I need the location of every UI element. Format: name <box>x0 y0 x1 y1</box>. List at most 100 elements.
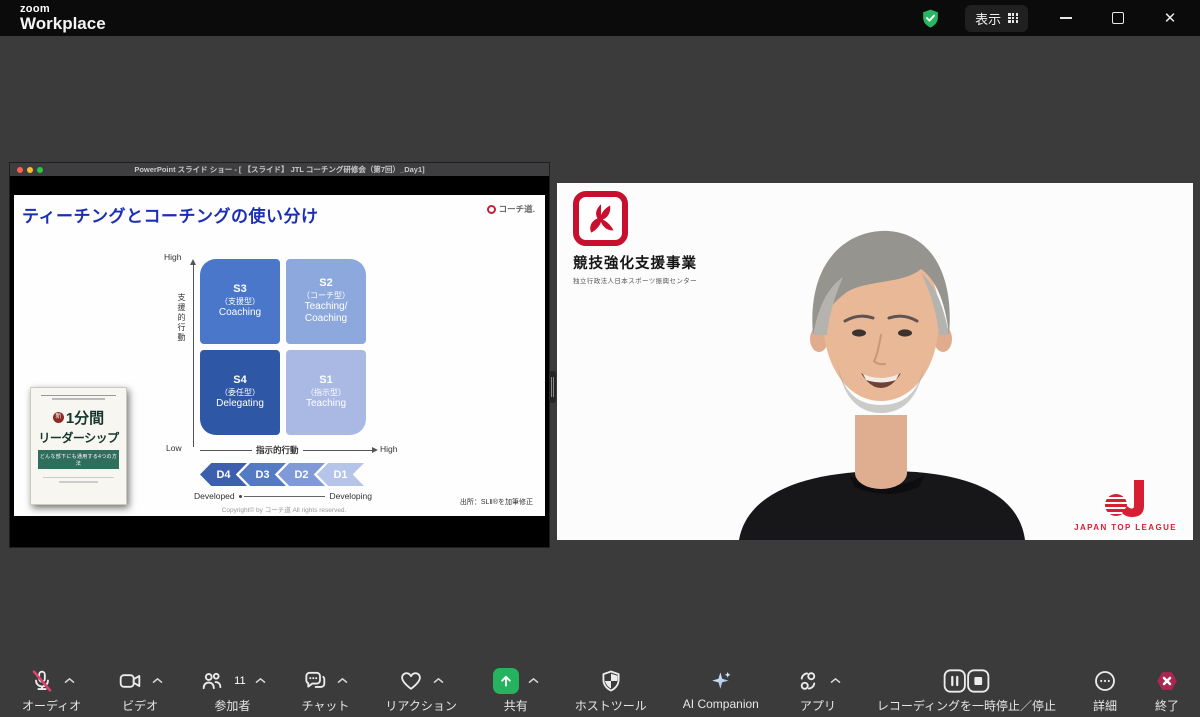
ellipsis-icon <box>1092 668 1118 694</box>
japan-top-league-logo: JAPAN TOP LEAGUE <box>1074 478 1177 532</box>
minimize-button[interactable] <box>1052 6 1080 30</box>
toolbar-reactions-button[interactable]: リアクション <box>385 666 457 714</box>
chevron-up-icon[interactable] <box>830 677 841 684</box>
x-axis-arrow-icon <box>372 447 378 453</box>
chevron-up-icon[interactable] <box>255 677 266 684</box>
toolbar-reactions-label: リアクション <box>385 699 457 713</box>
book-top-text <box>41 395 116 404</box>
slide-source-note: 出所：SLⅡ®を加筆修正 <box>459 499 533 506</box>
y-axis-high: High <box>164 252 182 262</box>
title-bar: zoom Workplace 表示 ✕ <box>0 0 1200 36</box>
mac-minimize-icon <box>27 166 33 173</box>
tile-resize-handle[interactable] <box>549 371 556 403</box>
mac-zoom-icon <box>37 166 43 173</box>
toolbar-participants-button[interactable]: 11 参加者 <box>199 666 265 714</box>
matrix-grid: S3 （支援型） Coaching S2 （コーチ型） Teaching/Coaching… <box>200 259 366 435</box>
meeting-toolbar: オーディオ ビデオ 11 参加者 チャット リアクション 共有 ホストツール AI Compan… <box>0 660 1200 717</box>
shared-screen-tile[interactable]: PowerPoint スライド ショー - [ 【スライド】 JTL コーチング… <box>9 162 550 548</box>
quadrant-s4: S4 （委任型） Delegating <box>200 350 280 435</box>
pause-stop-icon <box>943 668 990 694</box>
coach-do-logo-text: コーチ道. <box>498 204 535 214</box>
book-title-2: リーダーシップ <box>38 431 119 445</box>
chevron-up-icon[interactable] <box>433 677 444 684</box>
share-icon <box>492 667 519 694</box>
chevron-up-icon[interactable] <box>152 677 163 684</box>
toolbar-participants-label: 参加者 <box>214 699 251 713</box>
scale-line <box>243 495 326 497</box>
apps-icon <box>795 668 821 694</box>
toolbar-share-button[interactable]: 共有 <box>492 666 539 714</box>
toolbar-host-tools-label: ホストツール <box>574 699 647 713</box>
toolbar-video-label: ビデオ <box>122 699 159 713</box>
quadrant-s2: S2 （コーチ型） Teaching/Coaching <box>286 259 366 344</box>
end-x-icon <box>1154 668 1180 694</box>
participant-video-tile[interactable]: 競技強化支援事業 独立行政法人日本スポーツ振興センター JAPAN TOP LE… <box>557 183 1193 540</box>
developed-label: Developed <box>194 491 235 501</box>
toolbar-more-label: 詳細 <box>1092 699 1117 713</box>
chat-icon <box>302 668 328 694</box>
shield-icon <box>598 668 624 694</box>
slide-copyright: Copyright© by コーチ道 All rights reserved. <box>221 507 347 514</box>
heart-icon <box>398 668 424 694</box>
camera-icon <box>117 668 143 694</box>
close-button[interactable]: ✕ <box>1156 6 1184 30</box>
toolbar-chat-label: チャット <box>301 699 350 713</box>
slide-title: ティーチングとコーチングの使い分け <box>22 207 319 226</box>
x-axis-label: 指示的行動 <box>252 444 303 456</box>
y-axis-label: 支援的行動 <box>177 293 186 343</box>
book-author-text <box>43 477 114 488</box>
developing-label: Developing <box>329 491 372 501</box>
toolbar-apps-button[interactable]: アプリ <box>795 666 841 714</box>
toolbar-audio-button[interactable]: オーディオ <box>22 666 81 714</box>
y-axis-low: Low <box>166 443 182 453</box>
zoom-workplace-logo: zoom Workplace <box>20 3 106 33</box>
view-button[interactable]: 表示 <box>965 4 1028 32</box>
maximize-button[interactable] <box>1104 6 1132 30</box>
development-scale: Developed Developing <box>194 491 372 501</box>
toolbar-video-button[interactable]: ビデオ <box>117 666 163 714</box>
coach-do-logo: コーチ道. <box>486 203 535 215</box>
powerpoint-window-titlebar: PowerPoint スライド ショー - [ 【スライド】 JTL コーチング… <box>10 163 549 176</box>
coach-do-logo-icon <box>486 204 496 214</box>
league-text: JAPAN TOP LEAGUE <box>1074 523 1177 532</box>
development-level-d1: D1 <box>317 463 364 486</box>
mac-traffic-lights <box>17 166 43 173</box>
league-j-icon <box>1104 480 1144 517</box>
chevron-up-icon[interactable] <box>337 677 348 684</box>
presentation-slide: ティーチングとコーチングの使い分け コーチ道. 新 1分間 リーダーシップ どん… <box>14 195 545 516</box>
mic-muted-icon <box>29 668 55 694</box>
toolbar-end-button[interactable]: 終了 <box>1154 666 1180 714</box>
toolbar-chat-button[interactable]: チャット <box>301 666 350 714</box>
quadrant-s1: S1 （指示型） Teaching <box>286 350 366 435</box>
toolbar-ai-companion-label: AI Companion <box>682 697 759 711</box>
program-logo: 競技強化支援事業 独立行政法人日本スポーツ振興センター <box>573 191 697 285</box>
chevron-up-icon[interactable] <box>64 677 75 684</box>
sparkle-icon <box>708 668 734 694</box>
view-button-label: 表示 <box>975 11 1002 27</box>
book-cover: 新 1分間 リーダーシップ どんな部下にも通用する4つの方法 <box>30 387 127 505</box>
mac-close-icon <box>17 166 23 173</box>
toolbar-apps-label: アプリ <box>799 699 836 713</box>
toolbar-ai-companion-button[interactable]: AI Companion <box>683 666 759 711</box>
book-title-1: 1分間 <box>65 410 105 427</box>
toolbar-recording-button[interactable]: レコーディングを一時停止／停止 <box>877 666 1056 714</box>
program-subtitle: 独立行政法人日本スポーツ振興センター <box>573 278 698 285</box>
toolbar-more-button[interactable]: 詳細 <box>1092 666 1118 714</box>
people-icon <box>199 668 225 694</box>
toolbar-audio-label: オーディオ <box>22 699 82 713</box>
participant-count-badge: 11 <box>234 674 246 687</box>
y-axis-line <box>193 265 194 447</box>
scale-dot <box>238 494 242 498</box>
toolbar-host-tools-button[interactable]: ホストツール <box>575 666 647 714</box>
chevron-up-icon[interactable] <box>528 677 539 684</box>
brand-workplace: Workplace <box>20 14 106 34</box>
toolbar-end-label: 終了 <box>1154 699 1179 713</box>
quadrant-s3: S3 （支援型） Coaching <box>200 259 280 344</box>
book-badge: 新 <box>52 412 64 423</box>
view-grid-icon <box>1008 13 1018 23</box>
development-band: D4 D3 D2 D1 <box>200 463 364 486</box>
jsc-bird-icon <box>573 191 628 246</box>
toolbar-share-label: 共有 <box>503 699 528 713</box>
security-shield-icon[interactable] <box>920 8 941 29</box>
x-axis-high: High <box>380 444 398 454</box>
